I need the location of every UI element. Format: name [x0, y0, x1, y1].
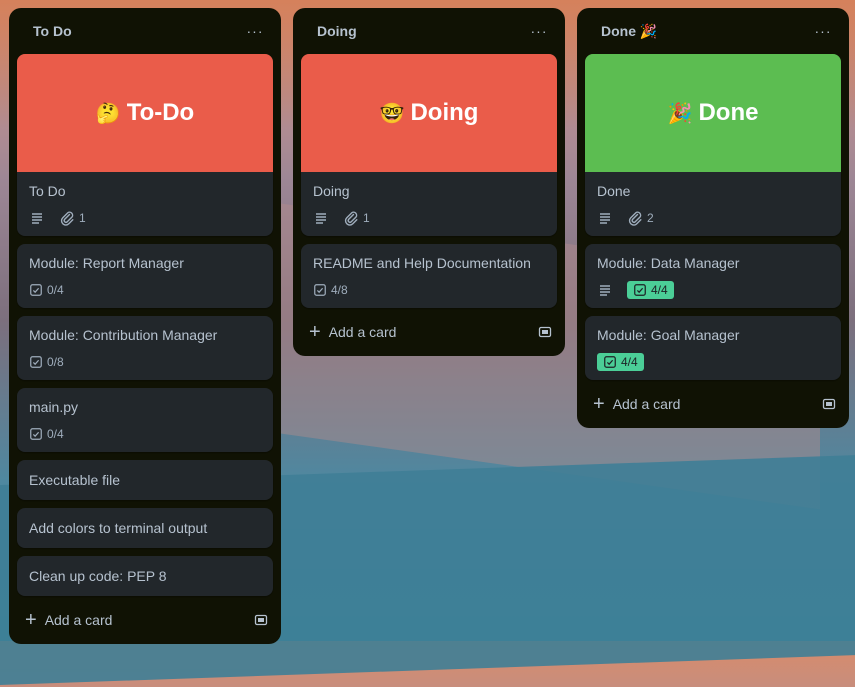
- card-title: Module: Goal Manager: [597, 327, 740, 343]
- checklist-badge-complete: 4/4: [597, 353, 644, 371]
- thinking-emoji-icon: 🤔: [95, 102, 121, 125]
- card-title: main.py: [29, 399, 79, 415]
- card-to-do[interactable]: 🤔 To-Do To Do 1: [17, 54, 273, 236]
- card-readme[interactable]: README and Help Documentation 4/8: [301, 244, 557, 308]
- card-template-icon[interactable]: [253, 612, 269, 628]
- checklist-badge: 0/4: [29, 427, 64, 441]
- add-card-label: Add a card: [44, 612, 113, 628]
- checklist-icon: [30, 356, 42, 368]
- card-clean-up-code[interactable]: Clean up code: PEP 8: [17, 556, 273, 596]
- description-badge: [313, 210, 333, 226]
- checklist-count: 0/4: [47, 427, 64, 441]
- description-badge: [29, 210, 49, 226]
- checklist-icon: [30, 284, 42, 296]
- cover-text: To-Do: [126, 99, 195, 126]
- checklist-count: 4/4: [621, 355, 638, 369]
- card-cover: 🤔 To-Do: [17, 54, 273, 172]
- card-title: README and Help Documentation: [313, 255, 531, 271]
- plus-icon: +: [593, 393, 605, 415]
- list-done: Done 🎉 ··· 🎉 Done Done 2 Module: Data Ma…: [577, 8, 849, 428]
- checklist-icon: [30, 428, 42, 440]
- card-title: Add colors to terminal output: [29, 520, 208, 536]
- add-card-button[interactable]: + Add a card: [593, 394, 680, 414]
- paperclip-icon: [60, 211, 74, 226]
- attachment-badge: 1: [343, 210, 370, 226]
- cover-text: Done: [698, 99, 759, 126]
- card-doing[interactable]: 🤓 Doing Doing 1: [301, 54, 557, 236]
- checklist-icon: [604, 356, 616, 368]
- checklist-icon: [634, 284, 646, 296]
- card-cover: 🎉 Done: [585, 54, 841, 172]
- attachment-badge: 1: [59, 210, 86, 226]
- card-title: Module: Contribution Manager: [29, 327, 218, 343]
- list-header: Done 🎉 ···: [577, 8, 849, 54]
- cover-text: Doing: [410, 99, 479, 126]
- list-title[interactable]: To Do: [33, 23, 72, 39]
- card-title: Clean up code: PEP 8: [29, 568, 167, 584]
- description-badge: [597, 210, 617, 226]
- add-card-button[interactable]: + Add a card: [309, 322, 396, 342]
- card-title: Doing: [313, 183, 350, 199]
- add-card-label: Add a card: [328, 324, 397, 340]
- attachment-count: 1: [79, 211, 86, 225]
- card-template-icon[interactable]: [821, 396, 837, 412]
- add-card-button[interactable]: + Add a card: [25, 610, 112, 630]
- plus-icon: +: [25, 609, 37, 631]
- card-title: Module: Data Manager: [597, 255, 740, 271]
- paperclip-icon: [344, 211, 358, 226]
- card-add-colors[interactable]: Add colors to terminal output: [17, 508, 273, 548]
- checklist-badge: 4/8: [313, 283, 348, 297]
- paperclip-icon: [628, 211, 642, 226]
- checklist-icon: [314, 284, 326, 296]
- attachment-count: 1: [363, 211, 370, 225]
- description-icon: [32, 213, 42, 224]
- card-done[interactable]: 🎉 Done Done 2: [585, 54, 841, 236]
- checklist-count: 0/4: [47, 283, 64, 297]
- checklist-count: 4/4: [651, 283, 668, 297]
- description-icon: [600, 285, 610, 296]
- card-executable-file[interactable]: Executable file: [17, 460, 273, 500]
- card-title: Executable file: [29, 472, 121, 488]
- card-goal-manager[interactable]: Module: Goal Manager 4/4: [585, 316, 841, 380]
- card-cover: 🤓 Doing: [301, 54, 557, 172]
- list-title[interactable]: Doing: [317, 23, 357, 39]
- list-doing: Doing ··· 🤓 Doing Doing 1 README and Hel…: [293, 8, 565, 356]
- more-icon[interactable]: ···: [809, 17, 837, 45]
- card-data-manager[interactable]: Module: Data Manager 4/4: [585, 244, 841, 308]
- attachment-count: 2: [647, 211, 654, 225]
- description-icon: [600, 213, 610, 224]
- checklist-badge-complete: 4/4: [627, 281, 674, 299]
- card-contribution-manager[interactable]: Module: Contribution Manager 0/8: [17, 316, 273, 380]
- card-title: To Do: [29, 183, 66, 199]
- party-popper-icon: 🎉: [667, 102, 693, 125]
- checklist-count: 4/8: [331, 283, 348, 297]
- attachment-badge: 2: [627, 210, 654, 226]
- nerd-emoji-icon: 🤓: [379, 102, 405, 125]
- card-main-py[interactable]: main.py 0/4: [17, 388, 273, 452]
- list-title[interactable]: Done 🎉: [601, 23, 657, 40]
- checklist-badge: 0/4: [29, 283, 64, 297]
- more-icon[interactable]: ···: [525, 17, 553, 45]
- list-header: To Do ···: [9, 8, 281, 54]
- list-header: Doing ···: [293, 8, 565, 54]
- card-title: Done: [597, 183, 631, 199]
- description-badge: [597, 282, 617, 298]
- list-to-do: To Do ··· 🤔 To-Do To Do 1 Module: Report…: [9, 8, 281, 644]
- description-icon: [316, 213, 326, 224]
- add-card-label: Add a card: [612, 396, 681, 412]
- card-report-manager[interactable]: Module: Report Manager 0/4: [17, 244, 273, 308]
- plus-icon: +: [309, 321, 321, 343]
- checklist-count: 0/8: [47, 355, 64, 369]
- card-title: Module: Report Manager: [29, 255, 184, 271]
- checklist-badge: 0/8: [29, 355, 64, 369]
- more-icon[interactable]: ···: [241, 17, 269, 45]
- card-template-icon[interactable]: [537, 324, 553, 340]
